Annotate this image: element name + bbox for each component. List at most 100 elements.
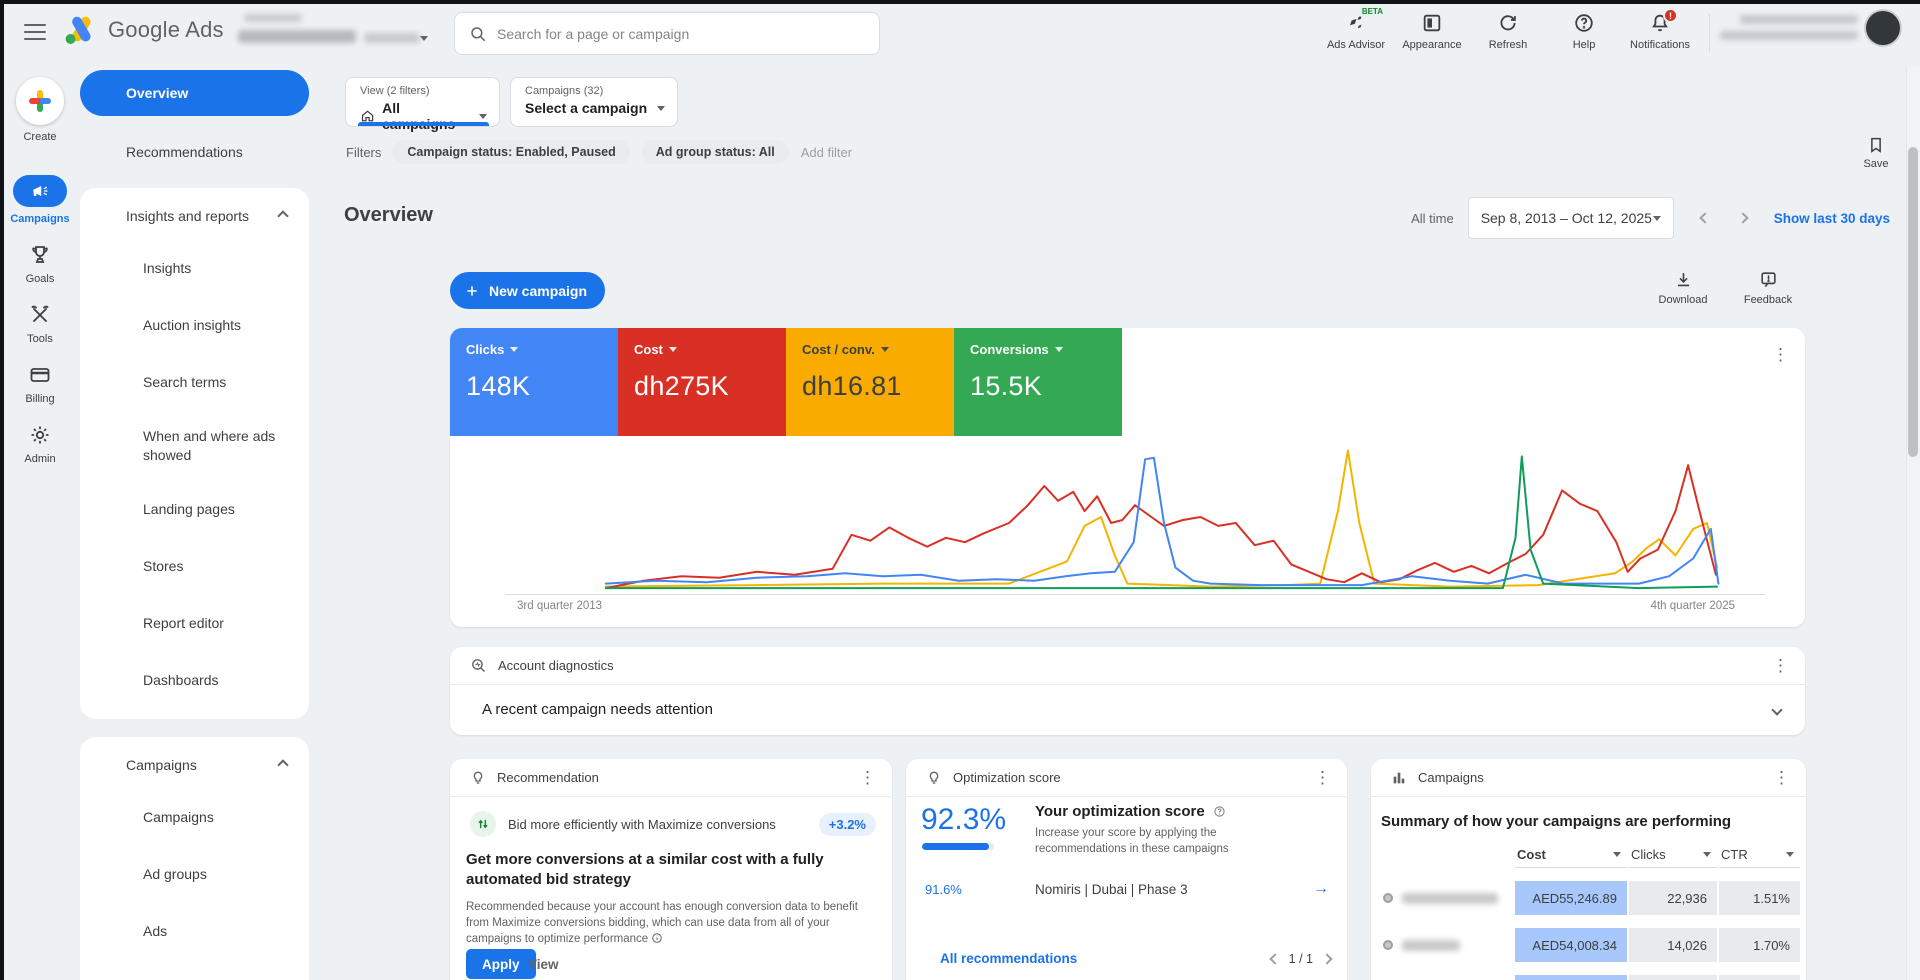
bar-chart-icon bbox=[1391, 770, 1407, 786]
notifications-button[interactable]: ! Notifications bbox=[1622, 8, 1698, 51]
sidebar-item-auction-insights[interactable]: Auction insights bbox=[80, 297, 309, 354]
sidebar-item-landing-pages[interactable]: Landing pages bbox=[80, 481, 309, 538]
redacted-account-name bbox=[238, 30, 356, 43]
campaign-selector[interactable]: Campaigns (32) Select a campaign bbox=[510, 77, 678, 127]
next-period-button[interactable] bbox=[1726, 201, 1760, 235]
sidebar-header-insights-and-reports[interactable]: Insights and reports bbox=[80, 192, 309, 240]
optimization-score-card: Optimization score ⋮ 92.3% Your optimiza… bbox=[906, 759, 1347, 980]
sidebar-header-campaigns[interactable]: Campaigns bbox=[80, 741, 309, 789]
chevron-down-icon bbox=[1771, 704, 1782, 715]
sidebar-item-insights[interactable]: Insights bbox=[80, 240, 309, 297]
beta-badge: BETA bbox=[1359, 6, 1386, 17]
diagnostics-more-button[interactable]: ⋮ bbox=[1766, 653, 1795, 678]
campaigns-summary-card: Campaigns ⋮ Summary of how your campaign… bbox=[1371, 759, 1806, 980]
help-icon bbox=[1573, 12, 1595, 34]
campaign-selector-value: Select a campaign bbox=[525, 100, 647, 116]
question-icon bbox=[1213, 805, 1226, 818]
help-button[interactable]: Help bbox=[1546, 8, 1622, 51]
metric-tile-cost[interactable]: Cost dh275K bbox=[618, 328, 786, 436]
x-axis-label-right: 4th quarter 2025 bbox=[1651, 600, 1735, 612]
optimization-more-button[interactable]: ⋮ bbox=[1308, 765, 1337, 790]
rail-item-campaigns[interactable]: Campaigns bbox=[10, 175, 69, 225]
filter-chip-campaign-status[interactable]: Campaign status: Enabled, Paused bbox=[393, 140, 629, 164]
x-axis-label-left: 3rd quarter 2013 bbox=[517, 600, 602, 612]
table-row[interactable]: AED54,008.34 14,026 1.70% bbox=[1381, 928, 1800, 962]
sidebar-item-ads[interactable]: Ads bbox=[80, 903, 309, 960]
metric-tile-cost-per-conv[interactable]: Cost / conv. dh16.81 bbox=[786, 328, 954, 436]
filter-chip-ad-group-status[interactable]: Ad group status: All bbox=[642, 140, 789, 164]
recommendation-heading: Get more conversions at a similar cost w… bbox=[466, 850, 872, 891]
page-previous-icon[interactable] bbox=[1269, 953, 1280, 964]
view-button[interactable]: View bbox=[528, 949, 559, 979]
view-selector-label: View (2 filters) bbox=[360, 85, 487, 97]
campaigns-more-button[interactable]: ⋮ bbox=[1767, 765, 1796, 790]
campaigns-card-title: Campaigns bbox=[1418, 770, 1484, 785]
recommendation-more-button[interactable]: ⋮ bbox=[853, 765, 882, 790]
rail-item-create[interactable]: Create bbox=[16, 77, 64, 143]
add-filter-button[interactable]: Add filter bbox=[801, 145, 852, 160]
info-icon bbox=[651, 932, 663, 944]
save-button[interactable]: Save bbox=[1850, 136, 1902, 170]
account-switcher[interactable] bbox=[238, 10, 428, 54]
scrollbar-track[interactable] bbox=[1906, 67, 1920, 980]
download-icon bbox=[1674, 270, 1693, 289]
page-title: Overview bbox=[344, 204, 433, 227]
menu-icon[interactable] bbox=[24, 24, 46, 40]
campaign-score-row[interactable]: 91.6% Nomiris | Dubai | Phase 3 → bbox=[906, 871, 1347, 907]
date-range-picker[interactable]: Sep 8, 2013 – Oct 12, 2025 bbox=[1468, 197, 1674, 239]
view-selector[interactable]: View (2 filters) All campaigns bbox=[345, 77, 500, 127]
rail-item-admin[interactable]: Admin bbox=[24, 423, 55, 465]
chart-card-more-button[interactable]: ⋮ bbox=[1766, 342, 1795, 367]
page-next-icon[interactable] bbox=[1321, 953, 1332, 964]
rail-item-billing[interactable]: Billing bbox=[25, 363, 54, 405]
all-recommendations-link[interactable]: All recommendations bbox=[940, 951, 1077, 966]
sidebar-item-search-terms[interactable]: Search terms bbox=[80, 354, 309, 411]
metric-tile-conversions[interactable]: Conversions 15.5K bbox=[954, 328, 1122, 436]
status-dot-icon bbox=[1383, 893, 1393, 903]
sidebar-item-stores[interactable]: Stores bbox=[80, 538, 309, 595]
megaphone-icon bbox=[30, 181, 50, 201]
search-input[interactable] bbox=[497, 26, 865, 42]
recommendation-item-row: Bid more efficiently with Maximize conve… bbox=[470, 811, 876, 837]
recommendation-title: Recommendation bbox=[497, 770, 599, 785]
date-range-preset-label: All time bbox=[1411, 211, 1454, 226]
apply-button[interactable]: Apply bbox=[466, 949, 536, 979]
sidebar: Overview Recommendations Insights and re… bbox=[80, 67, 309, 980]
sidebar-item-recommendations[interactable]: Recommendations bbox=[80, 124, 309, 180]
metric-tile-clicks[interactable]: Clicks 148K bbox=[450, 328, 618, 436]
sidebar-item-ad-groups[interactable]: Ad groups bbox=[80, 846, 309, 903]
cell-cost: AED55,246.89 bbox=[1515, 881, 1627, 915]
metric-value: dh275K bbox=[634, 371, 786, 402]
topbar: Google Ads BETA Ads Advisor bbox=[0, 0, 1920, 67]
rail-item-tools[interactable]: Tools bbox=[27, 303, 53, 345]
global-search[interactable] bbox=[454, 12, 880, 55]
diagnostics-alert-row[interactable]: A recent campaign needs attention bbox=[450, 685, 1805, 734]
google-ads-logo-icon bbox=[62, 12, 98, 48]
ads-advisor-button[interactable]: BETA Ads Advisor bbox=[1318, 8, 1394, 51]
refresh-icon bbox=[1497, 12, 1519, 34]
sidebar-item-overview[interactable]: Overview bbox=[80, 70, 309, 116]
download-button[interactable]: Download bbox=[1652, 270, 1714, 306]
table-row[interactable]: AED55,246.89 22,936 1.51% bbox=[1381, 881, 1800, 915]
column-header-cost[interactable]: Cost bbox=[1515, 847, 1627, 868]
sidebar-section-insights: Insights and reports Insights Auction in… bbox=[80, 188, 309, 719]
column-header-clicks[interactable]: Clicks bbox=[1629, 847, 1717, 868]
sidebar-item-when-and-where-ads-showed[interactable]: When and where ads showed bbox=[80, 411, 309, 481]
table-row-clipped[interactable] bbox=[1381, 975, 1800, 980]
sidebar-item-dashboards[interactable]: Dashboards bbox=[80, 652, 309, 709]
bidding-arrows-icon bbox=[470, 811, 496, 837]
new-campaign-button[interactable]: New campaign bbox=[450, 272, 605, 309]
sidebar-item-report-editor[interactable]: Report editor bbox=[80, 595, 309, 652]
appearance-button[interactable]: Appearance bbox=[1394, 8, 1470, 51]
cell-ctr: 1.70% bbox=[1719, 928, 1800, 962]
previous-period-button[interactable] bbox=[1688, 201, 1722, 235]
refresh-button[interactable]: Refresh bbox=[1470, 8, 1546, 51]
feedback-button[interactable]: Feedback bbox=[1737, 270, 1799, 306]
column-header-ctr[interactable]: CTR bbox=[1719, 847, 1800, 868]
avatar[interactable] bbox=[1866, 11, 1900, 45]
scrollbar-thumb[interactable] bbox=[1908, 147, 1918, 457]
show-last-30-days-link[interactable]: Show last 30 days bbox=[1774, 211, 1890, 226]
rail-item-goals[interactable]: Goals bbox=[26, 243, 55, 285]
sidebar-item-campaigns[interactable]: Campaigns bbox=[80, 789, 309, 846]
sidebar-item-asset-groups[interactable]: Asset groups bbox=[80, 960, 309, 980]
